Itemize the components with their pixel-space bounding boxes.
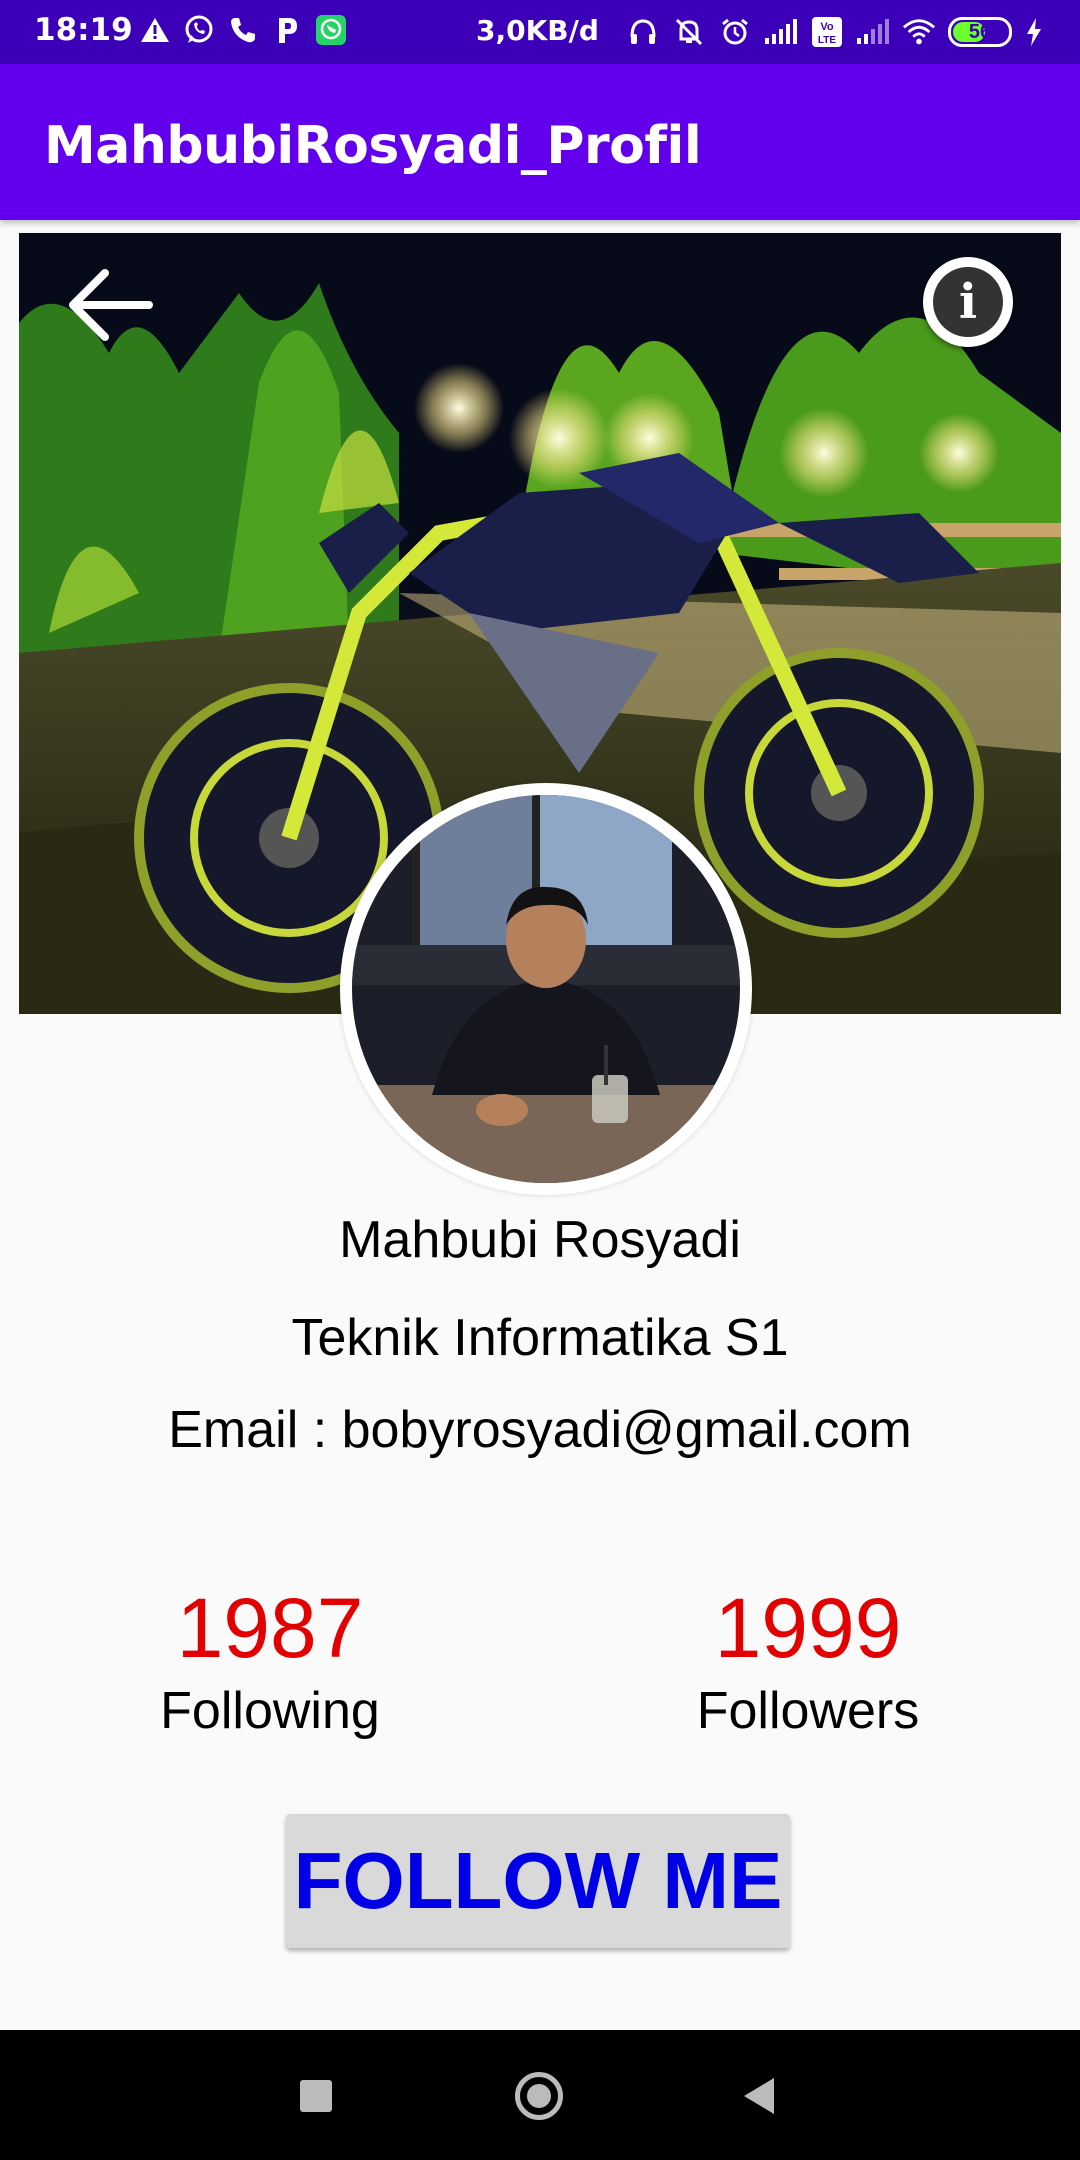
alarm-icon bbox=[718, 12, 752, 52]
following-count: 1987 bbox=[176, 1581, 364, 1675]
svg-text:Vo: Vo bbox=[820, 21, 834, 33]
following-stat: 1987 Following bbox=[90, 1580, 450, 1741]
app-title: MahbubiRosyadi_Profil bbox=[44, 116, 702, 176]
home-icon[interactable] bbox=[515, 2072, 563, 2120]
battery-icon: 56 bbox=[948, 17, 1012, 47]
navigation-bar bbox=[0, 2030, 1080, 2160]
recents-icon[interactable] bbox=[300, 2080, 332, 2112]
svg-text:LTE: LTE bbox=[818, 35, 836, 46]
p-icon bbox=[270, 10, 304, 50]
profile-name: Mahbubi Rosyadi bbox=[339, 1211, 741, 1269]
wifi-icon bbox=[902, 12, 936, 52]
warning-icon bbox=[138, 10, 172, 50]
volte-icon: Vo LTE bbox=[810, 12, 844, 52]
signal-2-icon bbox=[856, 12, 890, 52]
profile-avatar bbox=[340, 783, 752, 1195]
battery-level: 56 bbox=[968, 20, 992, 43]
whatsapp-icon bbox=[182, 10, 216, 50]
following-label: Following bbox=[160, 1682, 380, 1740]
network-speed: 3,0KB/d bbox=[476, 14, 599, 47]
followers-count: 1999 bbox=[714, 1581, 902, 1675]
phone-icon bbox=[226, 10, 260, 50]
headset-icon bbox=[626, 12, 660, 52]
status-bar: 18:19 3,0KB/d Vo LTE 56 bbox=[0, 0, 1080, 64]
follow-me-button[interactable]: FOLLOW ME bbox=[286, 1814, 790, 1948]
arrow-left-icon bbox=[69, 269, 153, 341]
app-bar: MahbubiRosyadi_Profil bbox=[0, 64, 1080, 220]
info-icon: i bbox=[933, 267, 1003, 337]
back-icon[interactable] bbox=[744, 2078, 774, 2114]
notification-icons bbox=[138, 10, 348, 50]
profile-major: Teknik Informatika S1 bbox=[291, 1309, 789, 1367]
info-button[interactable]: i bbox=[923, 257, 1013, 347]
mute-bell-icon bbox=[672, 12, 706, 52]
whatsapp-business-icon bbox=[314, 10, 348, 50]
profile-photo bbox=[352, 795, 740, 1183]
status-time: 18:19 bbox=[34, 12, 133, 48]
charging-icon bbox=[1024, 12, 1044, 52]
profile-email: Email : bobyrosyadi@gmail.com bbox=[168, 1401, 912, 1459]
system-icons: Vo LTE 56 bbox=[626, 12, 1044, 52]
back-arrow-button[interactable] bbox=[59, 257, 159, 357]
signal-icon bbox=[764, 12, 798, 52]
followers-stat: 1999 Followers bbox=[628, 1580, 988, 1741]
followers-label: Followers bbox=[696, 1682, 920, 1740]
